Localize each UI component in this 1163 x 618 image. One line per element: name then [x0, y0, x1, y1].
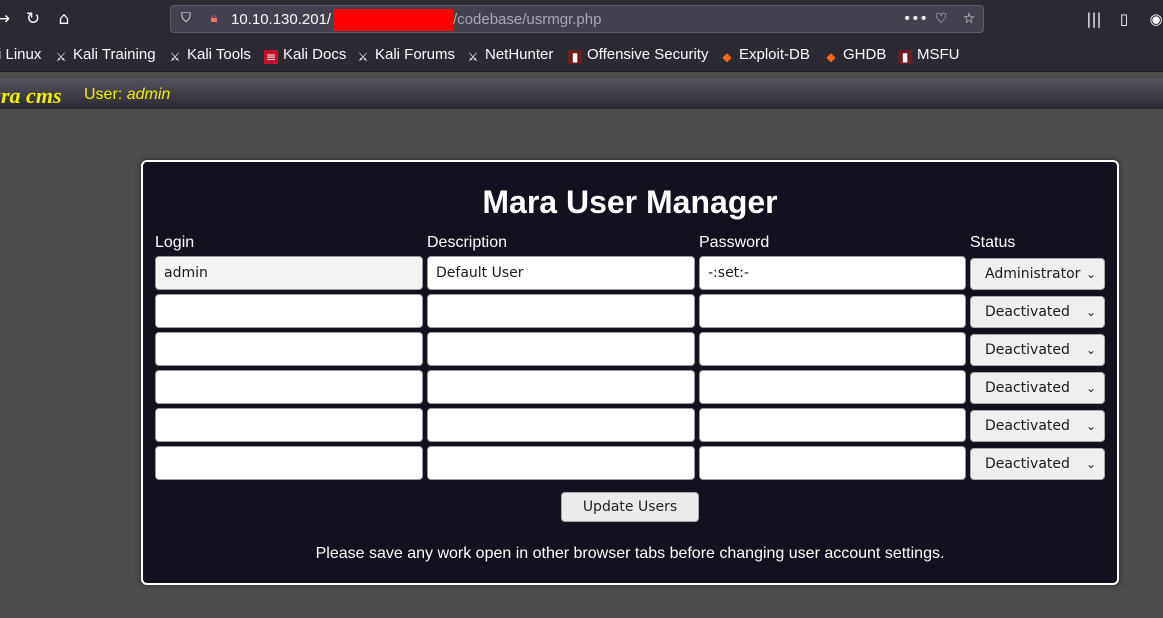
description-field[interactable]: [427, 408, 695, 442]
status-select[interactable]: Deactivated ⌄: [970, 296, 1105, 328]
bookmark-label: Kali Tools: [187, 46, 251, 63]
chevron-down-icon: ⌄: [1085, 457, 1096, 471]
shield-icon[interactable]: ⛉: [177, 10, 195, 28]
url-path: /codebase/usrmgr.php: [453, 11, 602, 28]
kali-icon: ⚔: [55, 50, 67, 64]
login-field[interactable]: [155, 370, 423, 404]
bookmark-label: Kali Forums: [375, 46, 456, 63]
bookmark-offensive-security[interactable]: ▮ Offensive Security: [568, 46, 708, 64]
status-value: Deactivated: [985, 380, 1070, 396]
description-field[interactable]: [427, 332, 695, 366]
bookmark-star-icon[interactable]: ☆: [959, 10, 979, 28]
login-field[interactable]: [155, 408, 423, 442]
bookmark-label: Kali Training: [73, 46, 156, 63]
kali-icon: ⚔: [169, 50, 181, 64]
user-name: admin: [126, 86, 171, 103]
status-value: Deactivated: [985, 418, 1070, 434]
chevron-down-icon: ⌄: [1085, 267, 1096, 281]
status-value: Deactivated: [985, 304, 1070, 320]
column-header-description: Description: [427, 234, 508, 251]
bookmark-kali-docs[interactable]: ≡ Kali Docs: [264, 46, 346, 64]
current-user: User: admin: [84, 86, 170, 104]
password-field[interactable]: [699, 370, 966, 404]
cms-header: ara cms User: admin: [0, 79, 1163, 109]
status-select[interactable]: Deactivated ⌄: [970, 372, 1105, 404]
url-host: 10.10.130.201/: [231, 11, 332, 28]
bookmark-label: Kali Docs: [283, 46, 347, 63]
bookmark-kali-linux[interactable]: i Linux: [0, 46, 41, 64]
password-field[interactable]: [699, 446, 966, 480]
login-field[interactable]: admin: [155, 256, 423, 290]
bookmark-msfu[interactable]: ▮ MSFU: [898, 46, 960, 64]
login-field[interactable]: [155, 294, 423, 328]
pocket-icon[interactable]: ♡: [931, 10, 951, 28]
bookmark-label: GHDB: [843, 46, 887, 63]
offsec-icon: ▮: [898, 50, 912, 64]
account-icon[interactable]: ◉: [1146, 9, 1163, 29]
chevron-down-icon: ⌄: [1085, 305, 1096, 319]
status-value: Administrator: [985, 266, 1081, 282]
insecure-lock-icon[interactable]: 🔒︎: [205, 10, 223, 28]
cms-logo: ara cms: [0, 83, 62, 108]
password-field[interactable]: [699, 294, 966, 328]
status-value: Deactivated: [985, 342, 1070, 358]
bookmark-nethunter[interactable]: ⚔ NetHunter: [466, 46, 554, 64]
description-field[interactable]: Default User: [427, 256, 695, 290]
bookmark-kali-tools[interactable]: ⚔ Kali Tools: [168, 46, 251, 64]
bookmark-label: Offensive Security: [587, 46, 709, 63]
password-field[interactable]: [699, 332, 966, 366]
bookmark-kali-forums[interactable]: ⚔ Kali Forums: [356, 46, 455, 64]
chevron-down-icon: ⌄: [1085, 419, 1096, 433]
login-field[interactable]: [155, 332, 423, 366]
chevron-down-icon: ⌄: [1085, 381, 1096, 395]
status-select[interactable]: Deactivated ⌄: [970, 448, 1105, 480]
page-title: Mara User Manager: [482, 184, 778, 220]
bookmark-label: Exploit-DB: [739, 46, 810, 63]
login-field[interactable]: [155, 446, 423, 480]
description-field[interactable]: [427, 370, 695, 404]
chevron-down-icon: ⌄: [1085, 343, 1096, 357]
forward-icon[interactable]: →: [0, 8, 14, 30]
exploitdb-icon: ◆: [722, 50, 732, 64]
bookmarks-bar: i Linux ⚔ Kali Training ⚔ Kali Tools ≡ Kali…: [0, 38, 1163, 72]
user-manager-panel: Mara User Manager Login Description Pass…: [141, 160, 1119, 585]
status-select[interactable]: Administrator ⌄: [970, 258, 1105, 290]
url-redaction: [333, 9, 453, 31]
bookmark-ghdb[interactable]: ◆ GHDB: [824, 46, 886, 64]
notice-text: Please save any work open in other brows…: [315, 545, 945, 562]
page-actions-icon[interactable]: •••: [903, 10, 928, 28]
status-select[interactable]: Deactivated ⌄: [970, 334, 1105, 366]
status-select[interactable]: Deactivated ⌄: [970, 410, 1105, 442]
kali-icon: ⚔: [467, 50, 479, 64]
kali-icon: ⚔: [357, 50, 369, 64]
password-field[interactable]: [699, 408, 966, 442]
url-bar[interactable]: ⛉ 🔒︎ 10.10.130.201/ /codebase/usrmgr.php…: [170, 5, 984, 33]
docs-icon: ≡: [264, 50, 278, 64]
column-header-login: Login: [155, 234, 195, 251]
update-users-button[interactable]: Update Users: [561, 492, 699, 522]
browser-toolbar: → ↻ ⌂ ⛉ 🔒︎ 10.10.130.201/ /codebase/usrm…: [0, 0, 1163, 38]
user-label: User:: [84, 86, 123, 103]
offsec-icon: ▮: [568, 50, 582, 64]
bookmark-exploit-db[interactable]: ◆ Exploit-DB: [720, 46, 810, 64]
description-field[interactable]: [427, 294, 695, 328]
bookmark-label: MSFU: [917, 46, 960, 63]
bookmark-label: i Linux: [0, 46, 42, 63]
bookmark-label: NetHunter: [485, 46, 554, 63]
exploitdb-icon: ◆: [826, 50, 836, 64]
column-header-password: Password: [699, 234, 770, 251]
home-icon[interactable]: ⌂: [53, 8, 75, 30]
description-field[interactable]: [427, 446, 695, 480]
library-icon[interactable]: |||: [1084, 9, 1104, 29]
password-field[interactable]: -:set:-: [699, 256, 966, 290]
column-header-status: Status: [970, 234, 1016, 251]
status-value: Deactivated: [985, 456, 1070, 472]
bookmark-kali-training[interactable]: ⚔ Kali Training: [54, 46, 156, 64]
reload-icon[interactable]: ↻: [22, 8, 44, 30]
sidebar-icon[interactable]: ▯: [1114, 9, 1134, 29]
